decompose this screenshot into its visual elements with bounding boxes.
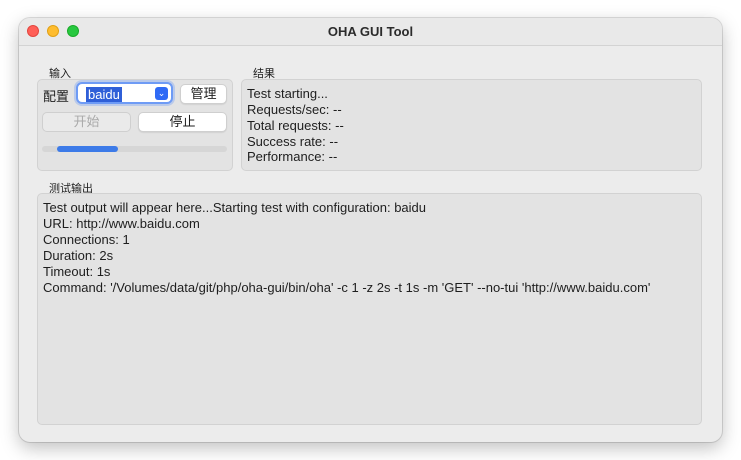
output-line: Duration: 2s — [43, 248, 114, 263]
results-status: Test starting... — [247, 86, 328, 101]
results-performance: Performance: -- — [247, 149, 338, 164]
app-window: OHA GUI Tool 输入 配置 baidu ⌄ 管理 开始 停止 结果 T… — [19, 18, 722, 442]
output-line: URL: http://www.baidu.com — [43, 216, 200, 231]
output-line: Test output will appear here...Starting … — [43, 200, 426, 215]
window-title: OHA GUI Tool — [327, 24, 414, 39]
config-label: 配置 — [43, 89, 70, 104]
config-select[interactable]: baidu ⌄ — [76, 82, 173, 104]
progress-bar — [42, 146, 227, 152]
results-requests-per-sec: Requests/sec: -- — [247, 102, 342, 117]
stop-button[interactable]: 停止 — [138, 112, 227, 132]
config-select-value: baidu — [86, 87, 122, 102]
output-line: Connections: 1 — [43, 232, 130, 247]
results-success-rate: Success rate: -- — [247, 134, 339, 149]
manage-button[interactable]: 管理 — [180, 84, 227, 104]
output-line: Timeout: 1s — [43, 264, 111, 279]
progress-fill — [57, 146, 118, 152]
start-button[interactable]: 开始 — [42, 112, 131, 132]
results-total-requests: Total requests: -- — [247, 118, 344, 133]
chevron-down-icon: ⌄ — [155, 87, 168, 100]
title-bar: OHA GUI Tool — [19, 18, 722, 46]
output-line: Command: '/Volumes/data/git/php/oha-gui/… — [43, 280, 651, 295]
